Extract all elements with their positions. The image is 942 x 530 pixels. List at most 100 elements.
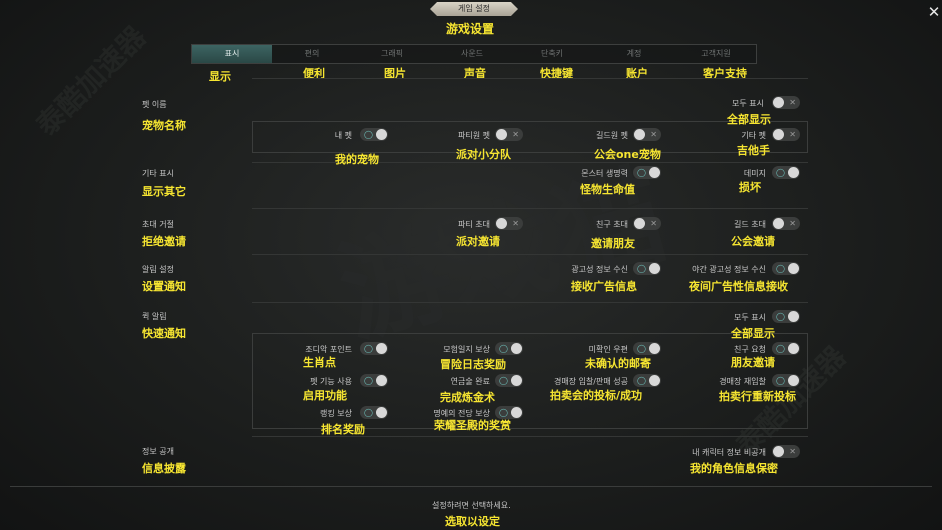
toggle-knob <box>649 375 660 386</box>
other-pet-toggle[interactable]: ✕ <box>772 128 800 141</box>
ad-info-toggle[interactable]: ◯ <box>633 262 661 275</box>
friend-request-toggle[interactable]: ◯ <box>772 342 800 355</box>
party-invite-toggle[interactable]: ✕ <box>495 217 523 230</box>
toggle-knob <box>634 218 645 229</box>
off-mark-icon: ✕ <box>650 219 657 228</box>
party-pet-toggle[interactable]: ✕ <box>495 128 523 141</box>
unread-mail-toggle[interactable]: ◯ <box>633 342 661 355</box>
night-ad-info-toggle[interactable]: ◯ <box>772 262 800 275</box>
monster-hp-toggle[interactable]: ◯ <box>633 166 661 179</box>
damage-cn: 损坏 <box>739 181 761 194</box>
party-invite-cn: 派对邀请 <box>456 235 500 248</box>
section-quick-alarm: 快速通知 <box>142 327 186 340</box>
tab-convenience[interactable]: 편의 <box>272 45 352 63</box>
hide-char-info-ko: 내 캐릭터 정보 비공개 <box>692 448 766 457</box>
friend-invite-cn: 邀请朋友 <box>591 237 635 250</box>
on-mark-icon: ◯ <box>776 312 785 321</box>
on-mark-icon: ◯ <box>776 168 785 177</box>
auction-rebid-ko: 경매장 재입찰 <box>719 377 766 386</box>
on-mark-icon: ◯ <box>776 264 785 273</box>
adventure-log-toggle[interactable]: ◯ <box>495 342 523 355</box>
pet-show-all-ko: 모두 표시 <box>732 99 764 108</box>
unread-mail-cn: 未确认的邮寄 <box>585 357 651 370</box>
section-alarm-settings: 设置通知 <box>142 280 186 293</box>
window-title: 游戏设置 <box>446 22 495 36</box>
off-mark-icon: ✕ <box>789 447 796 456</box>
pet-function-toggle[interactable]: ◯ <box>360 374 388 387</box>
toggle-knob <box>788 311 799 322</box>
window-title-plate: 게임 설정 <box>430 2 518 16</box>
guild-pet-toggle[interactable]: ✕ <box>633 128 661 141</box>
other-pet-cn: 吉他手 <box>737 144 770 157</box>
ad-info-cn: 接收广告信息 <box>571 280 637 293</box>
tab-display[interactable]: 표시 <box>192 45 272 63</box>
toggle-knob <box>634 129 645 140</box>
pet-function-ko: 펫 기능 사용 <box>310 377 352 386</box>
guild-invite-toggle[interactable]: ✕ <box>772 217 800 230</box>
zodiac-point-toggle[interactable]: ◯ <box>360 342 388 355</box>
tab-sound[interactable]: 사운드 <box>432 45 512 63</box>
quick-show-all-toggle[interactable]: ◯ <box>772 310 800 323</box>
toggle-knob <box>511 407 522 418</box>
section-alarm-settings-ko: 알림 설정 <box>142 265 174 274</box>
section-info-public: 信息披露 <box>142 462 186 475</box>
pet-show-all-cn: 全部显示 <box>727 113 771 126</box>
alchemy-done-cn: 完成炼金术 <box>440 391 495 404</box>
section-pet-name-ko: 펫 이름 <box>142 100 167 109</box>
guild-invite-cn: 公会邀请 <box>731 235 775 248</box>
friend-request-cn: 朋友邀请 <box>731 356 775 369</box>
off-mark-icon: ✕ <box>789 130 796 139</box>
tab-graphics[interactable]: 그래픽 <box>352 45 432 63</box>
auction-success-toggle[interactable]: ◯ <box>633 374 661 387</box>
toggle-knob <box>788 343 799 354</box>
tab-shortcuts[interactable]: 단축키 <box>512 45 592 63</box>
footer-divider <box>10 486 932 487</box>
window-title-ko: 게임 설정 <box>458 4 490 13</box>
on-mark-icon: ◯ <box>364 130 373 139</box>
hide-char-info-toggle[interactable]: ✕ <box>772 445 800 458</box>
hide-char-info-cn: 我的角色信息保密 <box>690 462 778 475</box>
divider <box>252 208 808 209</box>
toggle-knob <box>376 343 387 354</box>
friend-invite-toggle[interactable]: ✕ <box>633 217 661 230</box>
pet-function-cn: 启用功能 <box>303 389 347 402</box>
toggle-knob <box>511 343 522 354</box>
on-mark-icon: ◯ <box>499 376 508 385</box>
alchemy-done-toggle[interactable]: ◯ <box>495 374 523 387</box>
adventure-log-ko: 모험일지 보상 <box>443 345 490 354</box>
toggle-knob <box>788 167 799 178</box>
section-invite-reject-ko: 초대 거절 <box>142 220 174 229</box>
on-mark-icon: ◯ <box>364 344 373 353</box>
guild-pet-cn: 公会one宠物 <box>594 148 661 161</box>
other-pet-ko: 기타 펫 <box>741 131 766 140</box>
on-mark-icon: ◯ <box>364 408 373 417</box>
adventure-log-cn: 冒险日志奖励 <box>440 358 506 371</box>
ranking-reward-toggle[interactable]: ◯ <box>360 406 388 419</box>
on-mark-icon: ◯ <box>637 168 646 177</box>
off-mark-icon: ✕ <box>789 98 796 107</box>
my-pet-toggle[interactable]: ◯ <box>360 128 388 141</box>
auction-rebid-toggle[interactable]: ◯ <box>772 374 800 387</box>
on-mark-icon: ◯ <box>637 264 646 273</box>
tab-account[interactable]: 계정 <box>594 45 674 63</box>
tab-support[interactable]: 고객지원 <box>676 45 756 63</box>
pet-show-all-toggle[interactable]: ✕ <box>772 96 800 109</box>
zodiac-point-cn: 生肖点 <box>303 356 336 369</box>
off-mark-icon: ✕ <box>650 130 657 139</box>
close-icon[interactable]: ✕ <box>926 4 942 20</box>
party-invite-ko: 파티 초대 <box>458 220 490 229</box>
quick-show-all-ko: 모두 표시 <box>734 313 766 322</box>
on-mark-icon: ◯ <box>499 344 508 353</box>
toggle-knob <box>773 446 784 457</box>
section-other-display-ko: 기타 표시 <box>142 169 174 178</box>
on-mark-icon: ◯ <box>776 376 785 385</box>
footer-hint: 选取以设定 <box>445 515 500 528</box>
toggle-knob <box>649 343 660 354</box>
guild-invite-ko: 길드 초대 <box>734 220 766 229</box>
ranking-reward-cn: 排名奖励 <box>321 423 365 436</box>
damage-toggle[interactable]: ◯ <box>772 166 800 179</box>
guild-pet-ko: 길드원 펫 <box>596 131 628 140</box>
ad-info-ko: 광고성 정보 수신 <box>571 265 628 274</box>
friend-invite-ko: 친구 초대 <box>596 220 628 229</box>
section-other-display: 显示其它 <box>142 185 186 198</box>
